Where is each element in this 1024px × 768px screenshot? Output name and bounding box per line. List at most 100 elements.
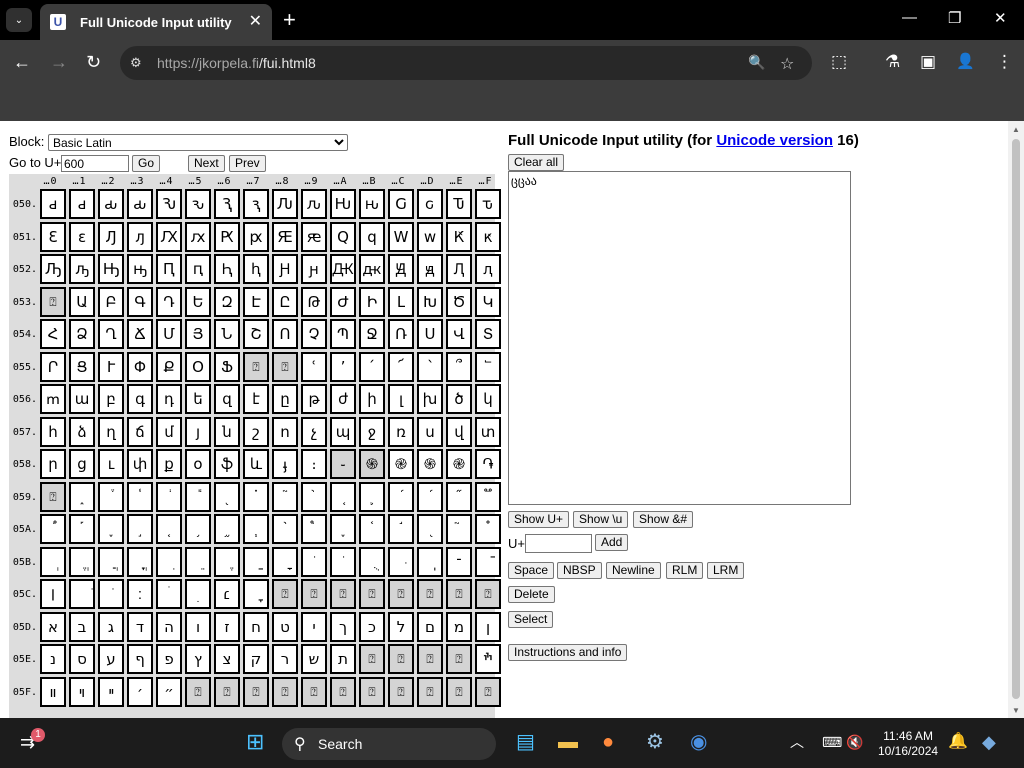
char-cell[interactable]: Ԫ [330, 254, 356, 284]
char-cell[interactable]: ⍰ [330, 676, 356, 707]
char-cell[interactable]: Ԧ [214, 254, 240, 284]
char-cell[interactable]: ⍰ [330, 579, 356, 609]
char-cell[interactable]: ⍰ [388, 579, 414, 609]
char-cell[interactable]: ל [388, 611, 414, 642]
char-cell[interactable]: ԡ [69, 254, 95, 284]
char-cell[interactable]: ⍰ [359, 644, 385, 674]
char-cell[interactable]: ֘ [272, 481, 298, 512]
char-cell[interactable]: Ա [69, 286, 95, 317]
volume-icon[interactable]: 🔇 [846, 730, 863, 754]
back-icon[interactable]: ← [13, 51, 31, 73]
page-scrollbar[interactable]: ▲ ▼ [1008, 121, 1024, 718]
char-cell[interactable]: ⍰ [388, 676, 414, 707]
char-cell[interactable]: ⍰ [272, 351, 298, 382]
char-cell[interactable]: ֙ [301, 481, 327, 512]
char-cell[interactable]: Ճ [127, 319, 153, 349]
char-cell[interactable]: Հ [40, 319, 66, 349]
goto-input[interactable] [61, 155, 129, 172]
char-cell[interactable]: ԇ [243, 189, 269, 219]
char-cell[interactable]: ⍰ [417, 676, 443, 707]
char-cell[interactable]: Կ [475, 286, 501, 317]
char-cell[interactable]: Օ [185, 351, 211, 382]
char-cell[interactable]: ֍ [417, 449, 443, 479]
char-cell[interactable]: ד [127, 611, 153, 642]
char-cell[interactable]: կ [475, 384, 501, 414]
char-cell[interactable]: Ԇ [214, 189, 240, 219]
char-cell[interactable]: Ֆ [214, 351, 240, 382]
char-cell[interactable]: ԩ [301, 254, 327, 284]
char-cell[interactable]: ף [127, 644, 153, 674]
char-cell[interactable]: ָ [272, 546, 298, 577]
char-cell[interactable]: բ [98, 384, 124, 414]
char-cell[interactable]: Դ [156, 286, 182, 317]
add-button[interactable]: Add [595, 534, 629, 551]
show-amp-button[interactable]: Show &# [633, 511, 694, 528]
char-cell[interactable]: ւ [98, 449, 124, 479]
char-cell[interactable]: פ [156, 644, 182, 674]
char-cell[interactable]: ծ [446, 384, 472, 414]
char-cell[interactable]: ר [272, 644, 298, 674]
char-cell[interactable]: Ԑ [40, 221, 66, 252]
reload-icon[interactable]: ↻ [86, 51, 101, 73]
uplus-input[interactable] [525, 534, 592, 553]
char-cell[interactable]: ֞ [446, 481, 472, 512]
char-cell[interactable]: ֓ [127, 481, 153, 512]
char-cell[interactable]: ԋ [359, 189, 385, 219]
char-cell[interactable]: Մ [156, 319, 182, 349]
char-cell[interactable]: ԯ [475, 254, 501, 284]
char-cell[interactable]: כ [359, 611, 385, 642]
char-cell[interactable]: מ [446, 611, 472, 642]
char-cell[interactable]: Ԯ [446, 254, 472, 284]
char-cell[interactable]: Տ [475, 319, 501, 349]
char-cell[interactable]: ԥ [185, 254, 211, 284]
char-cell[interactable]: ⍰ [417, 579, 443, 609]
char-cell[interactable]: ⍰ [243, 676, 269, 707]
char-cell[interactable]: ԙ [301, 221, 327, 252]
char-cell[interactable]: ֫ [359, 514, 385, 544]
char-cell[interactable]: Յ [185, 319, 211, 349]
char-cell[interactable]: ⍰ [446, 644, 472, 674]
char-cell[interactable]: צ [214, 644, 240, 674]
char-cell[interactable]: ֎ [446, 449, 472, 479]
labs-icon[interactable]: ⚗ [885, 51, 900, 73]
site-info-icon[interactable]: ⚙ [130, 55, 142, 71]
char-cell[interactable]: հ [40, 416, 66, 447]
char-cell[interactable]: א [40, 611, 66, 642]
char-cell[interactable]: ց [69, 449, 95, 479]
char-cell[interactable]: Ն [214, 319, 240, 349]
nbsp-button[interactable]: NBSP [557, 562, 602, 579]
url-text[interactable]: https://jkorpela.fi/fui.html8 [157, 55, 316, 71]
char-cell[interactable]: Ջ [359, 319, 385, 349]
char-cell[interactable]: ՙ [301, 351, 327, 382]
char-cell[interactable]: լ [388, 384, 414, 414]
char-cell[interactable]: ⍰ [475, 579, 501, 609]
char-cell[interactable]: ֎ [388, 449, 414, 479]
char-cell[interactable]: ֜ [388, 481, 414, 512]
char-cell[interactable]: ⍰ [417, 644, 443, 674]
next-button[interactable]: Next [188, 155, 225, 172]
char-cell[interactable]: ԃ [98, 189, 124, 219]
char-cell[interactable]: ֤ [156, 514, 182, 544]
char-cell[interactable]: ԫ [359, 254, 385, 284]
char-cell[interactable]: Փ [127, 351, 153, 382]
char-cell[interactable]: խ [417, 384, 443, 414]
char-cell[interactable]: װ [40, 676, 66, 707]
char-cell[interactable]: ֢ [98, 514, 124, 544]
char-cell[interactable]: ռ [388, 416, 414, 447]
char-cell[interactable]: ԑ [69, 221, 95, 252]
char-cell[interactable]: ⍰ [40, 481, 66, 512]
tray-chevron-icon[interactable]: ︿ [790, 730, 804, 754]
char-cell[interactable]: Ԗ [214, 221, 240, 252]
char-cell[interactable]: ԍ [417, 189, 443, 219]
char-cell[interactable]: ֬ [388, 514, 414, 544]
char-cell[interactable]: Ԭ [388, 254, 414, 284]
char-cell[interactable]: ⍰ [359, 676, 385, 707]
char-cell[interactable]: ղ [98, 416, 124, 447]
char-cell[interactable]: ⍰ [214, 676, 240, 707]
char-cell[interactable]: ֺ [330, 546, 356, 577]
char-cell[interactable]: ו [185, 611, 211, 642]
char-cell[interactable]: ԃ [127, 189, 153, 219]
char-cell[interactable]: ש [301, 644, 327, 674]
char-cell[interactable]: ּ [388, 546, 414, 577]
char-cell[interactable]: մ [156, 416, 182, 447]
